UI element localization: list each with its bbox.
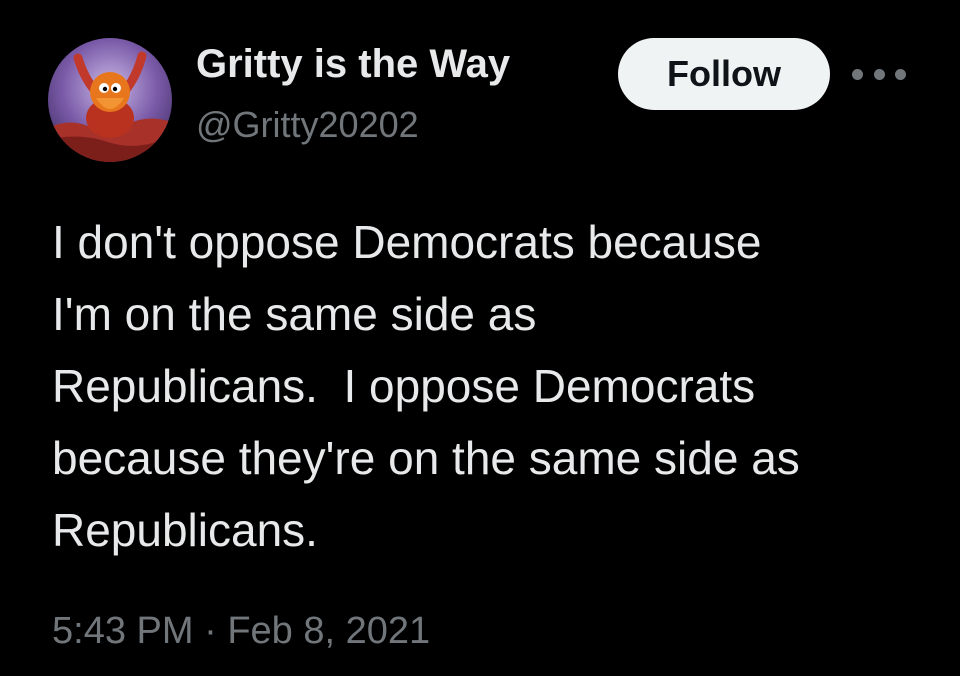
dot (852, 68, 863, 80)
tweet-date: Feb 8, 2021 (227, 610, 431, 652)
dot (895, 68, 906, 80)
follow-button[interactable]: Follow (618, 38, 830, 110)
tweet-text: I don't oppose Democrats because I'm on … (52, 216, 800, 556)
avatar[interactable] (48, 38, 172, 162)
tweet-time: 5:43 PM (52, 610, 194, 652)
user-handle[interactable]: @Gritty20202 (196, 104, 419, 146)
display-name[interactable]: Gritty is the Way (196, 42, 510, 87)
tweet-timestamp[interactable]: 5:43 PM · Feb 8, 2021 (52, 610, 430, 653)
tweet-card: Gritty is the Way @Gritty20202 Follow I … (0, 0, 960, 676)
more-horizontal-icon[interactable] (852, 62, 906, 86)
timestamp-separator: · (204, 610, 217, 652)
avatar-image (48, 38, 172, 162)
dot (873, 68, 885, 80)
